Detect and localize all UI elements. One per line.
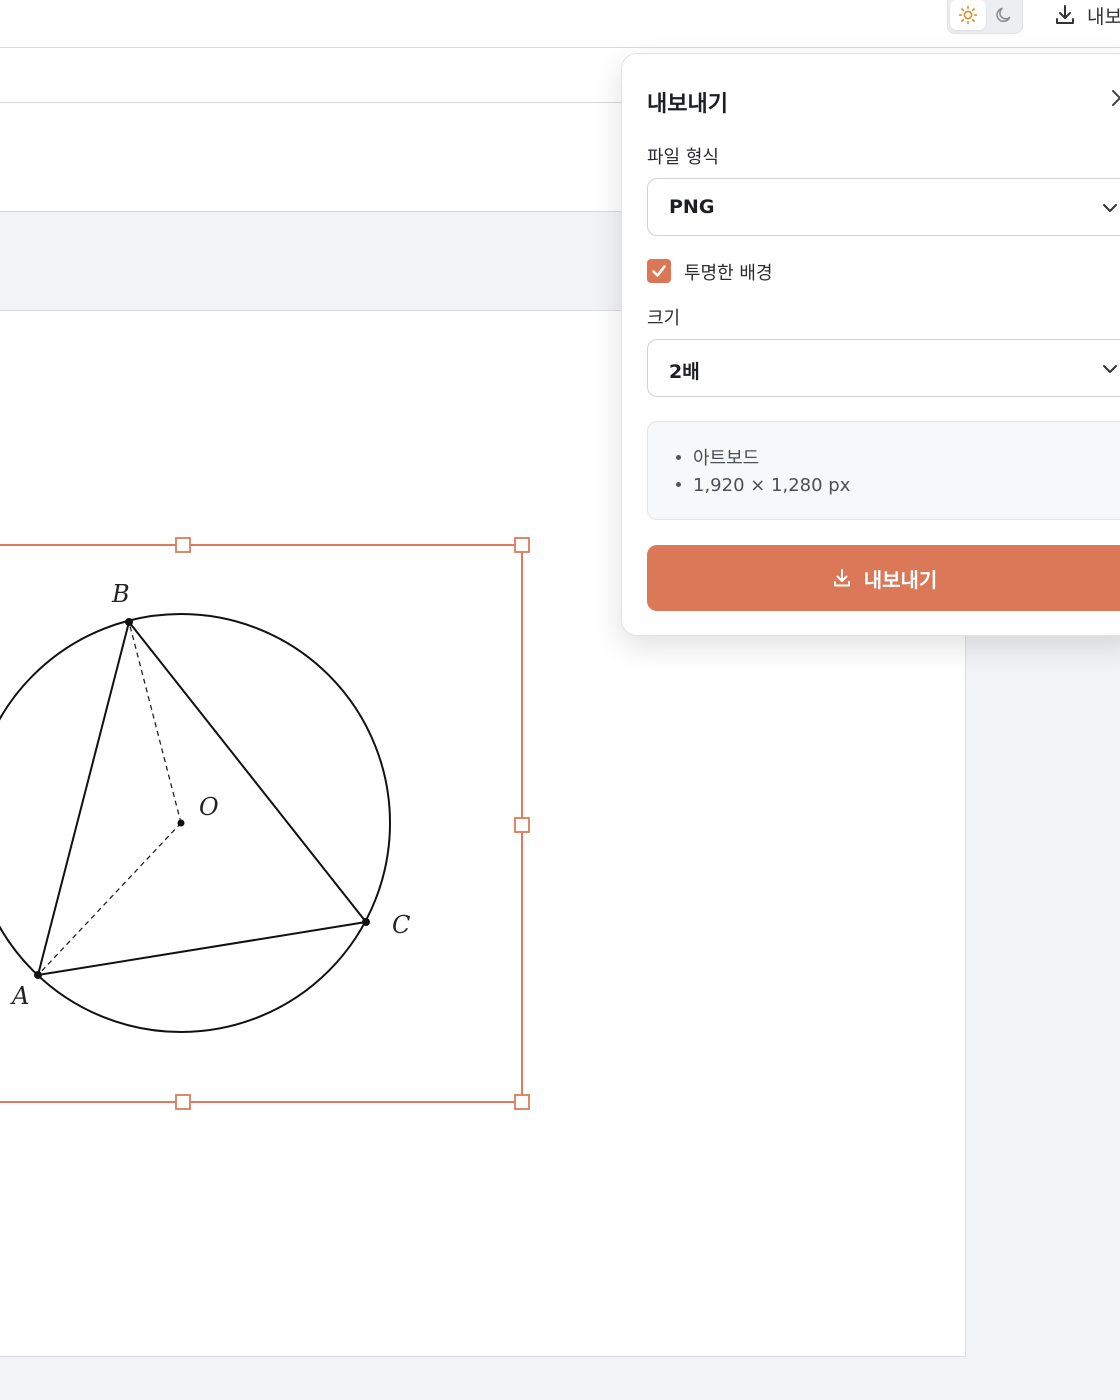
resize-handle-top[interactable] [175,537,191,553]
resize-handle-top-right[interactable] [514,537,530,553]
light-theme-button[interactable] [950,0,986,30]
popover-title: 내보내기 [647,92,728,117]
theme-toggle [947,0,1023,34]
format-select[interactable]: PNG [647,178,1120,236]
info-item: 아트보드 [676,444,759,470]
circumcircle [0,613,391,1033]
checkmark-icon [652,265,666,277]
export-button[interactable]: 내보내기 [647,545,1120,611]
selection-box[interactable] [0,544,523,1103]
radius-ob [128,621,182,824]
resize-handle-bottom-right[interactable] [514,1094,530,1110]
export-info-box: 아트보드 1,920 × 1,280 px [647,421,1120,520]
size-label: 크기 [647,308,681,329]
resize-handle-bottom[interactable] [175,1094,191,1110]
export-toolbar-label: 내보내기 [1087,5,1120,28]
export-popover: 내보내기 파일 형식 PNG 투명한 배경 크기 2배 아트보드 1,920 ×… [621,53,1120,636]
info-item: 1,920 × 1,280 px [676,475,850,496]
label-a: A [10,982,29,1010]
vertex-c [362,918,370,926]
format-value: PNG [669,196,715,218]
size-select[interactable]: 2배 [647,339,1120,397]
download-icon [833,569,850,587]
moon-icon [996,7,1011,23]
download-icon [1056,5,1074,24]
sun-icon [958,5,978,25]
transparent-background-label[interactable]: 투명한 배경 [684,259,773,285]
chevron-down-icon [1103,204,1117,212]
transparent-background-checkbox[interactable] [647,259,671,283]
chevron-down-icon [1103,365,1117,373]
label-c: C [392,911,410,939]
radius-oa [37,822,182,976]
label-b: B [111,580,130,608]
size-value: 2배 [669,361,700,383]
format-label: 파일 형식 [647,147,719,168]
center-o [177,819,185,827]
close-button[interactable] [1110,88,1120,114]
export-button-label: 내보내기 [863,567,938,592]
export-toolbar-button[interactable]: 내보내기 [1053,0,1120,30]
vertex-b [125,618,133,626]
dark-theme-button[interactable] [986,0,1022,30]
geometry-figure: B A C O [0,537,530,1110]
resize-handle-right[interactable] [514,817,530,833]
close-icon [1112,90,1120,106]
vertex-a [34,971,42,979]
label-o: O [199,793,219,821]
top-toolbar: 내보내기 [0,0,1120,48]
